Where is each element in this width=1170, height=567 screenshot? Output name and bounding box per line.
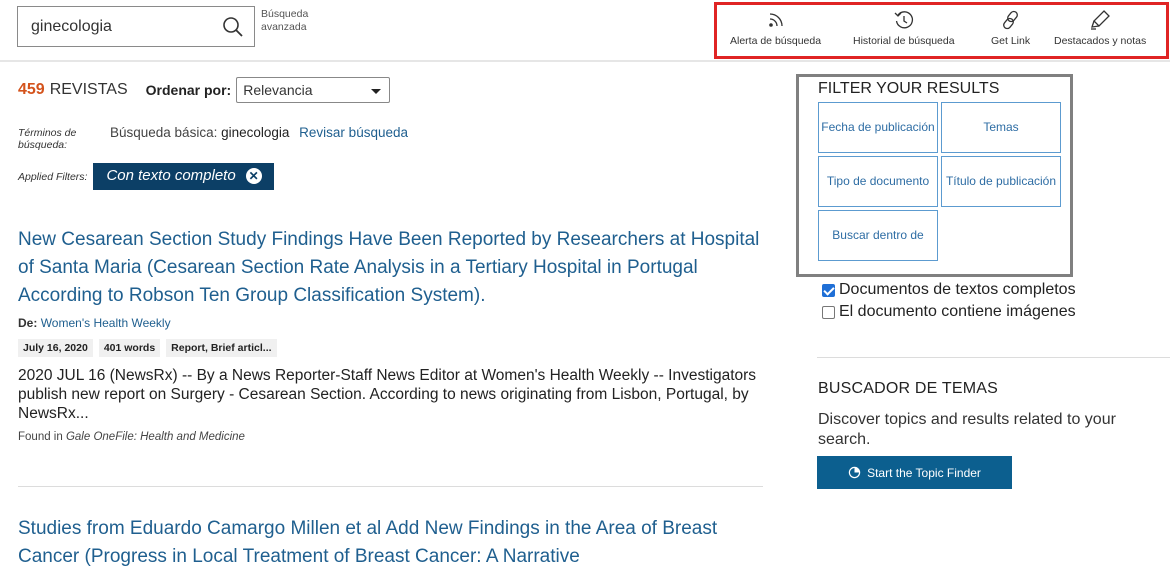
source-label: De: bbox=[18, 316, 38, 330]
result-source: De: Women's Health Weekly bbox=[18, 316, 768, 330]
applied-filters-label: Applied Filters: bbox=[18, 170, 88, 183]
search-within-button[interactable]: Buscar dentro de bbox=[818, 210, 938, 261]
full-text-checkbox[interactable] bbox=[822, 283, 835, 297]
filter-publication-title-button[interactable]: Título de publicación bbox=[941, 156, 1061, 207]
highlights-notes-button[interactable]: Destacados y notas bbox=[1054, 9, 1146, 47]
search-query[interactable]: ginecologia bbox=[31, 18, 112, 36]
filter-chip-full-text[interactable]: Con texto completo ✕ bbox=[93, 163, 274, 190]
search-history-button[interactable]: Historial de búsqueda bbox=[853, 9, 955, 47]
result-found-in: Found in Gale OneFile: Health and Medici… bbox=[18, 431, 768, 443]
results-count: 459 bbox=[18, 81, 45, 98]
sidebar-divider bbox=[817, 357, 1170, 358]
images-checkbox-label: El documento contiene imágenes bbox=[839, 303, 1076, 320]
search-terms-value: Búsqueda básica: ginecologia Revisar bús… bbox=[110, 125, 408, 140]
result-word-count: 401 words bbox=[98, 339, 161, 357]
found-in-prefix: Found in bbox=[18, 431, 63, 443]
filter-publication-date-button[interactable]: Fecha de publicación bbox=[818, 102, 938, 153]
results-count-row: 459 REVISTAS Ordenar por: Relevancia bbox=[18, 76, 391, 104]
filter-panel: FILTER YOUR RESULTS Fecha de publicación… bbox=[796, 74, 1073, 277]
search-type: Búsqueda básica: bbox=[110, 125, 218, 140]
start-topic-finder-button[interactable]: Start the Topic Finder bbox=[817, 456, 1012, 489]
advanced-search-link[interactable]: Búsqueda avanzada bbox=[261, 8, 331, 34]
found-in-database: Gale OneFile: Health and Medicine bbox=[65, 431, 245, 443]
search-input[interactable]: ginecologia bbox=[17, 6, 255, 47]
search-tools-toolbar: Alerta de búsqueda Historial de búsqueda… bbox=[714, 2, 1169, 59]
filter-topics-button[interactable]: Temas bbox=[941, 102, 1061, 153]
pie-chart-icon bbox=[848, 466, 861, 479]
search-icon[interactable] bbox=[222, 16, 244, 38]
sort-label: Ordenar por: bbox=[145, 82, 232, 98]
full-text-checkbox-label: Documentos de textos completos bbox=[839, 281, 1076, 298]
result-title[interactable]: New Cesarean Section Study Findings Have… bbox=[18, 226, 768, 310]
applied-filters: Applied Filters: Con texto completo ✕ bbox=[18, 163, 274, 190]
full-text-checkbox-row[interactable]: Documentos de textos completos bbox=[822, 281, 1076, 299]
images-checkbox-row[interactable]: El documento contiene imágenes bbox=[822, 303, 1076, 321]
search-history-label: Historial de búsqueda bbox=[853, 35, 955, 47]
result-divider bbox=[18, 486, 763, 487]
search-alert-label: Alerta de búsqueda bbox=[730, 35, 822, 47]
search-terms-label: Términos de búsqueda: bbox=[18, 127, 77, 151]
results-count-label: REVISTAS bbox=[49, 81, 128, 98]
result-item: Studies from Eduardo Camargo Millen et a… bbox=[18, 515, 768, 567]
highlights-notes-label: Destacados y notas bbox=[1054, 35, 1147, 47]
filter-chip-label: Con texto completo bbox=[106, 167, 236, 184]
filter-panel-heading: FILTER YOUR RESULTS bbox=[818, 80, 1000, 97]
link-icon bbox=[1002, 10, 1018, 30]
topic-finder-heading: BUSCADOR DE TEMAS bbox=[818, 380, 999, 397]
remove-filter-icon[interactable]: ✕ bbox=[245, 168, 262, 184]
search-alert-button[interactable]: Alerta de búsqueda bbox=[730, 9, 821, 47]
result-date: July 16, 2020 bbox=[18, 339, 93, 357]
result-meta: July 16, 2020 401 words Report, Brief ar… bbox=[18, 339, 768, 357]
result-snippet: 2020 JUL 16 (NewsRx) -- By a News Report… bbox=[18, 367, 757, 422]
filter-document-type-button[interactable]: Tipo de documento bbox=[818, 156, 938, 207]
search-term: ginecologia bbox=[221, 125, 290, 140]
sort-select[interactable]: Relevancia bbox=[236, 77, 391, 103]
highlighter-icon bbox=[1091, 10, 1111, 30]
result-title[interactable]: Studies from Eduardo Camargo Millen et a… bbox=[18, 515, 768, 567]
result-doc-type: Report, Brief articl... bbox=[166, 339, 277, 357]
sort-value: Relevancia bbox=[243, 82, 313, 98]
images-checkbox[interactable] bbox=[822, 305, 835, 319]
get-link-button[interactable]: Get Link bbox=[991, 9, 1030, 47]
revise-search-link[interactable]: Revisar búsqueda bbox=[299, 125, 408, 140]
topic-finder-description: Discover topics and results related to y… bbox=[818, 411, 1116, 448]
top-bar: ginecologia Búsqueda avanzada Alerta de … bbox=[0, 0, 1170, 62]
history-icon bbox=[894, 11, 913, 29]
get-link-label: Get Link bbox=[991, 35, 1031, 47]
start-topic-finder-label: Start the Topic Finder bbox=[867, 465, 981, 480]
chevron-down-icon bbox=[371, 89, 382, 94]
result-item: New Cesarean Section Study Findings Have… bbox=[18, 226, 768, 443]
source-link[interactable]: Women's Health Weekly bbox=[41, 316, 171, 330]
rss-icon bbox=[768, 13, 783, 27]
